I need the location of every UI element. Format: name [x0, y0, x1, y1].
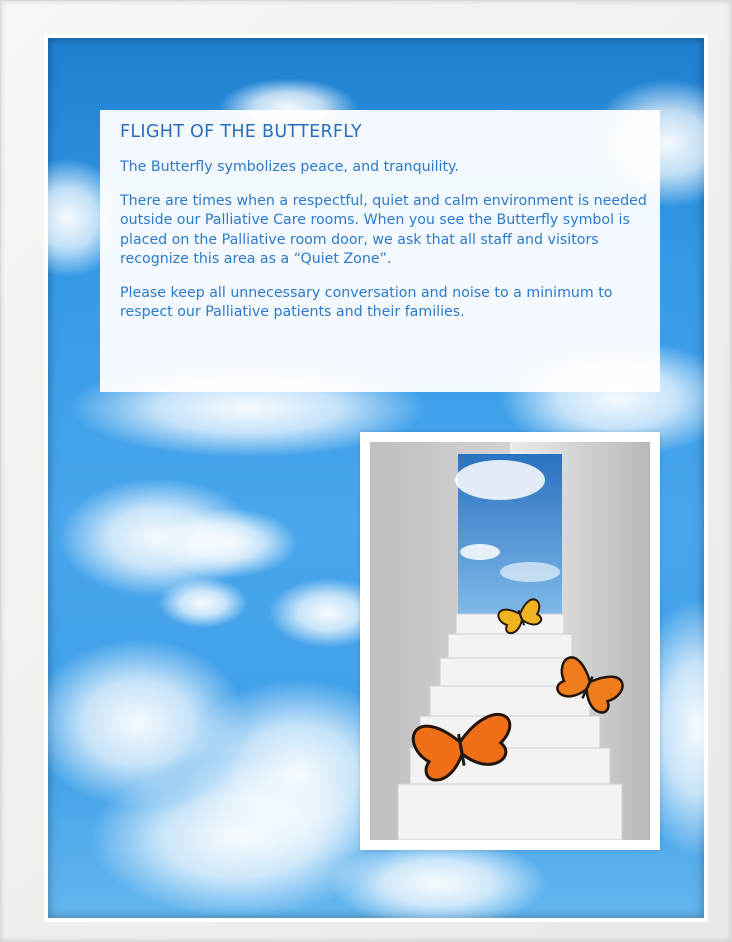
paragraph-2: There are times when a respectful, quiet… — [120, 192, 647, 268]
picture-frame: FLIGHT OF THE BUTTERFLY The Butterfly sy… — [0, 0, 732, 942]
poster: FLIGHT OF THE BUTTERFLY The Butterfly sy… — [48, 38, 704, 918]
message-panel: FLIGHT OF THE BUTTERFLY The Butterfly sy… — [100, 110, 660, 392]
cloud — [158, 508, 298, 578]
cloud — [328, 838, 548, 918]
staircase-photo — [360, 432, 660, 850]
paragraph-3: Please keep all unnecessary conversation… — [120, 284, 613, 321]
paragraph-1: The Butterfly symbolizes peace, and tran… — [120, 159, 459, 175]
cloud — [158, 578, 248, 628]
staircase-illustration — [370, 442, 650, 840]
poster-title: FLIGHT OF THE BUTTERFLY — [120, 122, 363, 142]
